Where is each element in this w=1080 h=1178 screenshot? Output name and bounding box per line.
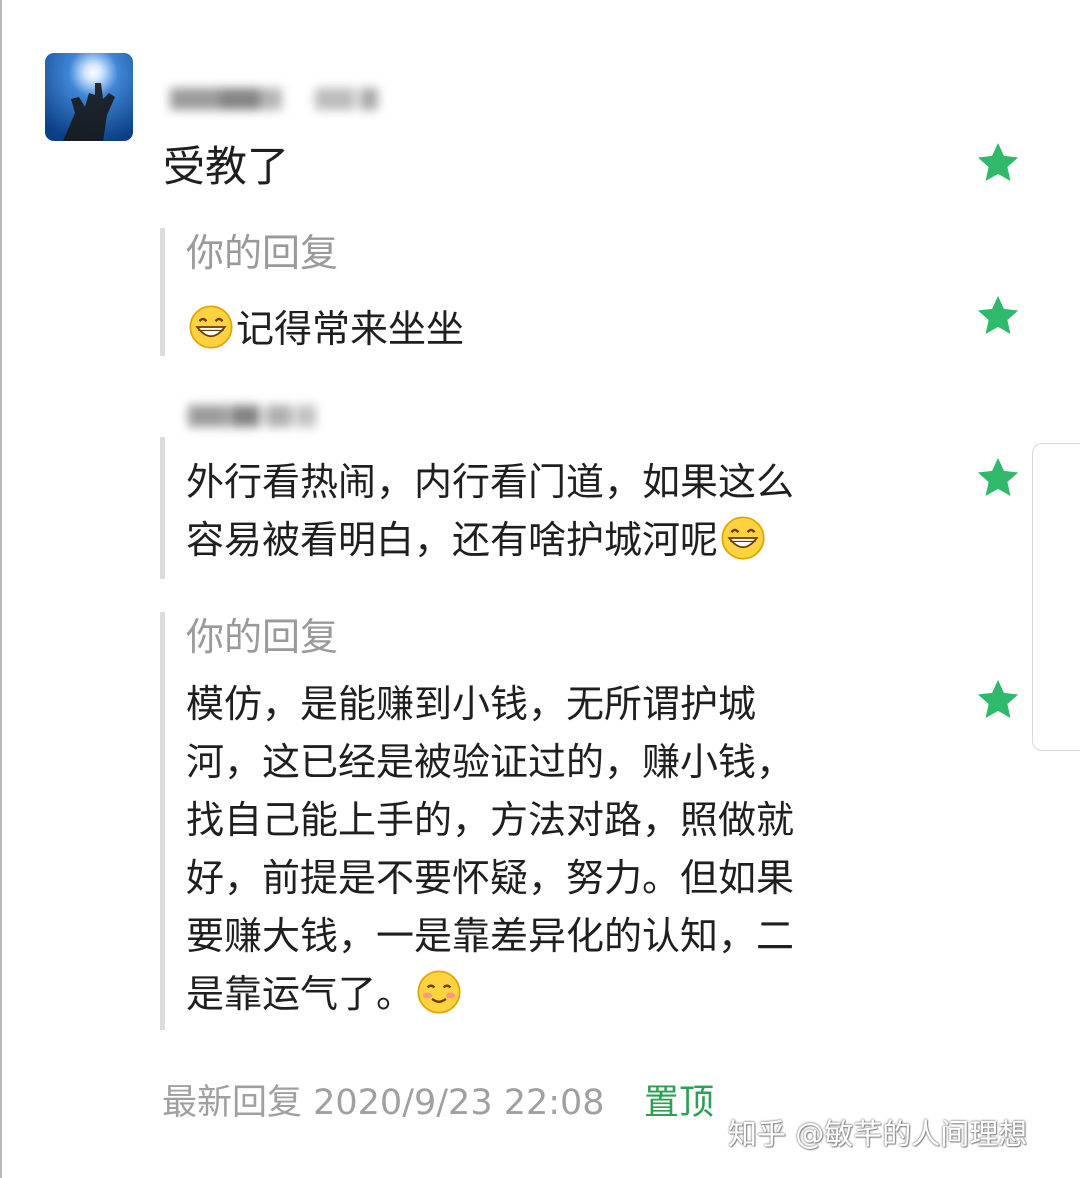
star-icon[interactable] xyxy=(975,677,1021,723)
grinning-emoji-icon xyxy=(189,305,233,349)
pin-to-top-button[interactable]: 置顶 xyxy=(644,1080,714,1126)
star-icon[interactable] xyxy=(975,455,1021,501)
left-edge-divider xyxy=(0,0,2,1178)
reply-thread-bar xyxy=(160,612,165,1030)
reply-line: 河，这已经是被验证过的，赚小钱， xyxy=(186,740,795,784)
reply-line: 容易被看明白，还有啥护城河呢 xyxy=(186,511,794,569)
reply-line: 外行看热闹，内行看门道，如果这么 xyxy=(186,460,795,504)
zhihu-watermark: 知乎 @敏芊的人间理想 xyxy=(728,1117,1028,1151)
blushing-smile-emoji-icon xyxy=(417,970,461,1014)
reply-line: 是靠运气了。 xyxy=(186,965,794,1023)
reply-text: 外行看热闹，内行看门道，如果这么 容易被看明白，还有啥护城河呢 xyxy=(186,453,794,569)
reply-line: 模仿，是能赚到小钱，无所谓护城 xyxy=(186,682,757,726)
reply-line: 好，前提是不要怀疑，努力。但如果 xyxy=(186,856,795,900)
reply-line: 要赚大钱，一是靠差异化的认知，二 xyxy=(186,914,795,958)
reply-text: 模仿，是能赚到小钱，无所谓护城 河，这已经是被验证过的，赚小钱， 找自己能上手的… xyxy=(186,675,794,1023)
reply-author-label: 你的回复 xyxy=(186,231,339,275)
latest-reply-timestamp: 最新回复 2020/9/23 22:08 xyxy=(162,1083,605,1123)
reply-author-label: 你的回复 xyxy=(186,615,339,659)
side-panel-edge[interactable] xyxy=(1032,443,1080,751)
reply-thread-bar xyxy=(160,437,165,579)
star-icon[interactable] xyxy=(975,293,1021,339)
grinning-emoji-icon xyxy=(721,516,765,560)
star-icon[interactable] xyxy=(975,140,1021,186)
reply-text: 记得常来坐坐 xyxy=(186,300,464,358)
comment-text: 受教了 xyxy=(163,142,290,191)
reply-text-body: 记得常来坐坐 xyxy=(236,307,465,351)
blurred-username xyxy=(150,78,400,122)
user-avatar[interactable] xyxy=(45,53,133,141)
reply-line: 找自己能上手的，方法对路，照做就 xyxy=(186,798,795,842)
reply-thread-bar xyxy=(160,228,165,356)
blurred-username xyxy=(180,398,330,434)
